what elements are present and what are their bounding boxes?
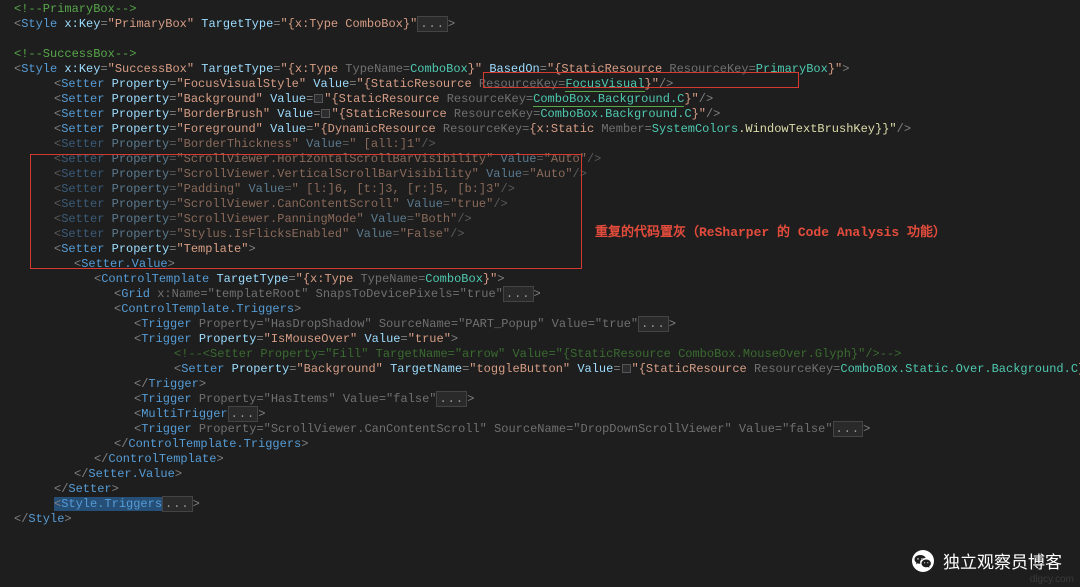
comment: <!--SuccessBox--> (14, 47, 136, 61)
color-swatch (314, 94, 323, 103)
collapsed-line[interactable]: <Trigger Property="HasDropShadow" Source… (4, 317, 1080, 332)
dim-line: <Setter Property="BorderThickness" Value… (4, 137, 1080, 152)
line: <Style x:Key="PrimaryBox" TargetType="{x… (4, 17, 1080, 32)
collapsed-line[interactable]: <MultiTrigger...> (4, 407, 1080, 422)
annotation-text: 重复的代码置灰（ReSharper 的 Code Analysis 功能） (595, 221, 946, 240)
line: <Setter Property="Template"> (4, 242, 1080, 257)
line: <Setter Property="BorderBrush" Value="{S… (4, 107, 1080, 122)
collapsed-line[interactable]: <Trigger Property="HasItems" Value="fals… (4, 392, 1080, 407)
line: <Style x:Key="SuccessBox" TargetType="{x… (4, 62, 1080, 77)
color-swatch (321, 109, 330, 118)
dim-line: <Setter Property="Padding" Value=" [l:]6… (4, 182, 1080, 197)
collapsed-line[interactable]: <Grid x:Name="templateRoot" SnapsToDevic… (4, 287, 1080, 302)
dim-line: <Setter Property="ScrollViewer.CanConten… (4, 197, 1080, 212)
line: </Trigger> (4, 377, 1080, 392)
comment: <!--PrimaryBox--> (14, 2, 136, 16)
collapsed-line[interactable]: <Trigger Property="ScrollViewer.CanConte… (4, 422, 1080, 437)
line: </ControlTemplate> (4, 452, 1080, 467)
dim-line: <Setter Property="ScrollViewer.VerticalS… (4, 167, 1080, 182)
comment: <!--<Setter Property="Fill" TargetName="… (174, 347, 901, 361)
line: <ControlTemplate TargetType="{x:Type Typ… (4, 272, 1080, 287)
watermark: 独立观察员博客 (911, 548, 1062, 573)
line: </Style> (4, 512, 1080, 527)
color-swatch (622, 364, 631, 373)
code-editor[interactable]: <!--PrimaryBox--> <Style x:Key="PrimaryB… (0, 0, 1080, 527)
watermark-url: dlgcy.com (1030, 574, 1074, 585)
dim-line: <Setter Property="ScrollViewer.Horizonta… (4, 152, 1080, 167)
line: <Setter Property="Background" TargetName… (4, 362, 1080, 377)
line: <Trigger Property="IsMouseOver" Value="t… (4, 332, 1080, 347)
line: <Setter Property="Foreground" Value="{Dy… (4, 122, 1080, 137)
collapsed-line[interactable]: <Style.Triggers...> (4, 497, 1080, 512)
line: <Setter.Value> (4, 257, 1080, 272)
line: </ControlTemplate.Triggers> (4, 437, 1080, 452)
wechat-icon (911, 549, 935, 573)
line: <Setter Property="FocusVisualStyle" Valu… (4, 77, 1080, 92)
line: </Setter.Value> (4, 467, 1080, 482)
line: <Setter Property="Background" Value="{St… (4, 92, 1080, 107)
line: </Setter> (4, 482, 1080, 497)
line: <ControlTemplate.Triggers> (4, 302, 1080, 317)
